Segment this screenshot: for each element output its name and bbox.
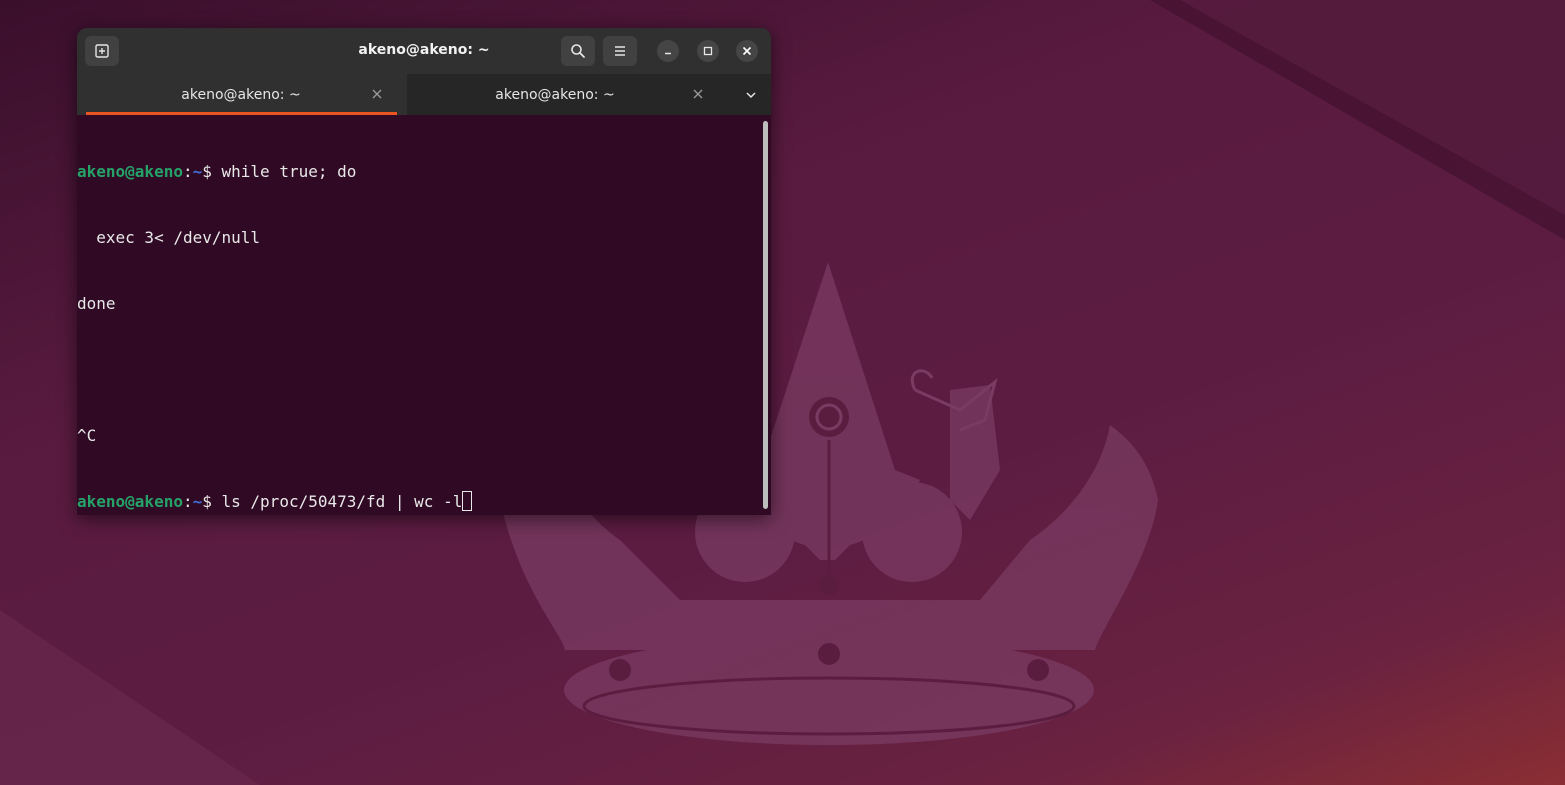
tab-2-label: akeno@akeno: ~ xyxy=(495,86,615,103)
tab-overflow-button[interactable] xyxy=(741,85,761,105)
minimize-icon xyxy=(665,52,671,55)
new-tab-icon xyxy=(95,44,109,58)
close-icon xyxy=(693,89,703,99)
command-text: while true; do xyxy=(221,162,357,181)
maximize-icon xyxy=(703,46,713,56)
close-icon xyxy=(372,89,382,99)
minimize-button[interactable] xyxy=(657,40,679,62)
prompt-colon: : xyxy=(182,492,193,511)
tab-bar: akeno@akeno: ~ akeno@akeno: ~ xyxy=(77,74,771,115)
text-cursor xyxy=(462,491,473,511)
wallpaper-fold-top-right-light xyxy=(1180,0,1565,215)
terminal-line: akeno@akeno:~$ while true; do xyxy=(77,161,761,183)
tab-2[interactable]: akeno@akeno: ~ xyxy=(407,74,717,115)
tab-1-label: akeno@akeno: ~ xyxy=(181,86,301,103)
prompt-path: ~ xyxy=(192,492,203,511)
prompt-user-host: akeno@akeno xyxy=(77,162,183,181)
terminal-content[interactable]: akeno@akeno:~$ while true; do exec 3< /d… xyxy=(77,115,761,515)
search-icon xyxy=(571,44,585,58)
window-headerbar[interactable]: akeno@akeno: ~ xyxy=(77,28,771,74)
command-input[interactable]: ls /proc/50473/fd | wc -l xyxy=(222,492,463,511)
menu-button[interactable] xyxy=(603,36,637,66)
tab-1[interactable]: akeno@akeno: ~ xyxy=(77,74,407,115)
prompt-colon: : xyxy=(182,162,193,181)
chevron-down-icon xyxy=(746,92,756,99)
window-title: akeno@akeno: ~ xyxy=(358,42,490,58)
prompt-path: ~ xyxy=(192,162,203,181)
terminal-line: akeno@akeno:~$ ls /proc/50473/fd | wc -l xyxy=(77,491,761,513)
prompt-symbol: $ xyxy=(202,492,222,511)
tab-1-close-button[interactable] xyxy=(369,86,385,102)
prompt-symbol: $ xyxy=(202,162,222,181)
hamburger-menu-icon xyxy=(615,46,625,56)
maximize-button[interactable] xyxy=(697,40,719,62)
terminal-line: ^C xyxy=(77,426,97,445)
terminal-scrollbar[interactable] xyxy=(761,115,771,515)
new-tab-button[interactable] xyxy=(85,36,119,66)
terminal-line: exec 3< /dev/null xyxy=(77,228,261,247)
terminal-line: done xyxy=(77,294,116,313)
terminal-window[interactable]: akeno@akeno: ~ akeno@akeno: ~ akeno@aken… xyxy=(77,28,771,515)
wallpaper-fold-bottom-left xyxy=(0,610,260,785)
scrollbar-thumb[interactable] xyxy=(763,121,768,509)
close-icon xyxy=(742,46,752,56)
search-button[interactable] xyxy=(561,36,595,66)
prompt-user-host: akeno@akeno xyxy=(77,492,183,511)
tab-2-close-button[interactable] xyxy=(690,86,706,102)
close-window-button[interactable] xyxy=(736,40,758,62)
